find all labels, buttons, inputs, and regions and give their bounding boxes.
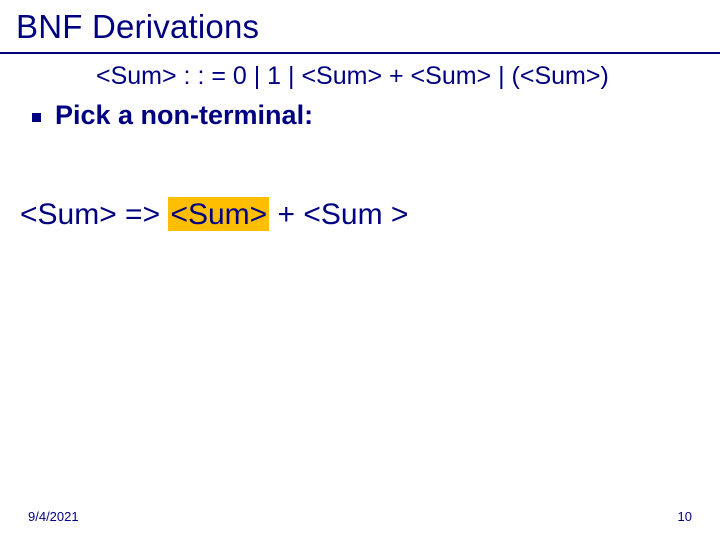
derivation-line: <Sum> => <Sum> + <Sum > — [20, 198, 408, 232]
bullet-row: Pick a non-terminal: — [32, 100, 313, 131]
footer-date: 9/4/2021 — [28, 509, 79, 524]
deriv-highlight: <Sum> — [168, 197, 269, 231]
footer-page-number: 10 — [678, 509, 692, 524]
deriv-left: <Sum> => — [20, 198, 168, 231]
slide: BNF Derivations <Sum> : : = 0 | 1 | <Sum… — [0, 0, 720, 540]
bullet-text: Pick a non-terminal: — [55, 100, 313, 131]
title-underline — [0, 52, 720, 54]
grammar-rule: <Sum> : : = 0 | 1 | <Sum> + <Sum> | (<Su… — [96, 62, 609, 91]
deriv-right: + <Sum > — [269, 198, 408, 231]
slide-title: BNF Derivations — [16, 8, 259, 46]
square-bullet-icon — [32, 113, 41, 122]
